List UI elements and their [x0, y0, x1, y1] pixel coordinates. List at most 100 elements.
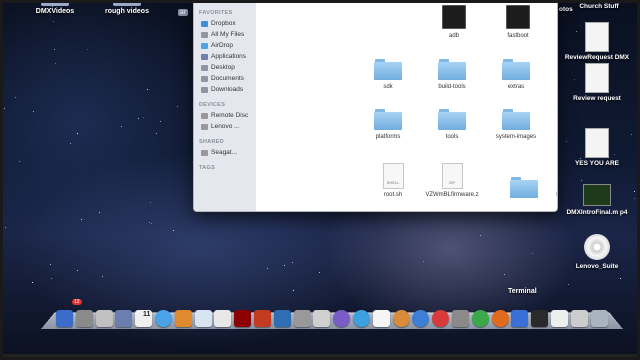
star	[15, 97, 17, 99]
dock-app-icon[interactable]	[392, 310, 410, 327]
file-item-fastboot[interactable]: fastboot	[486, 5, 550, 39]
dock-app-icon[interactable]	[471, 310, 489, 327]
desktop-item-yes-you-are[interactable]: YES YOU ARE	[564, 128, 630, 167]
dock-app-icon[interactable]	[491, 310, 509, 327]
star	[422, 260, 424, 262]
file-name: VZWmBLfirmware.z	[425, 192, 479, 198]
dock-app-icon[interactable]	[95, 310, 113, 327]
movie-file-icon	[583, 184, 611, 206]
dock-app-icon[interactable]	[273, 310, 291, 327]
dock-app-icon[interactable]	[313, 310, 331, 327]
dock-app-icon[interactable]	[174, 310, 192, 327]
file-item-untitled[interactable]	[492, 177, 556, 202]
dock-app-icon[interactable]	[194, 310, 212, 327]
file-item-system-images[interactable]: system-images	[484, 109, 548, 140]
sidebar-item-remote-disc[interactable]: Remote Disc	[194, 110, 256, 121]
file-name: build-tools	[438, 84, 466, 90]
desktop-item-label: Review request	[573, 95, 621, 102]
star	[137, 118, 139, 120]
file-name: platform-tools	[550, 84, 557, 90]
dock-app-icon[interactable]	[531, 310, 549, 327]
applications-icon	[201, 53, 208, 60]
notification-badge: 12	[72, 299, 82, 305]
sidebar-item-airdrop[interactable]: AirDrop	[194, 40, 256, 51]
desktop-icon	[201, 64, 208, 71]
star	[176, 105, 178, 107]
dock-app-icon[interactable]	[511, 310, 529, 327]
file-name: NoRedWritingHboo	[550, 192, 557, 198]
file-name: adb	[448, 33, 459, 39]
file-item-sdk[interactable]: sdk	[356, 59, 420, 90]
file-item-noredwritinghboo[interactable]: ZIPNoRedWritingHboo	[550, 163, 557, 198]
desktop-item-partial-label[interactable]: ar	[178, 9, 188, 16]
sidebar-item-label: AirDrop	[211, 42, 234, 49]
dock-app-icon[interactable]	[590, 310, 608, 327]
folder-icon	[113, 0, 141, 6]
desktop-item-review-request[interactable]: Review request	[564, 63, 630, 102]
disc-image-icon	[584, 234, 610, 260]
dock-app-icon[interactable]	[56, 310, 73, 327]
dock-app-icon[interactable]	[214, 310, 232, 327]
finder-sidebar: FAVORITES Dropbox All My Files AirDrop Appl…	[194, 1, 257, 211]
dock-app-icon[interactable]	[372, 310, 390, 327]
file-name: platforms	[375, 134, 401, 140]
file-item-extras[interactable]: extras	[484, 59, 548, 90]
file-item-root-sh[interactable]: SHELL root.sh	[361, 163, 425, 198]
star	[150, 201, 152, 203]
dock-app-icon[interactable]	[333, 310, 351, 327]
dock-app-icon[interactable]	[550, 310, 568, 327]
file-item-platform-tools[interactable]: platform-tools	[550, 59, 557, 90]
file-item-platforms[interactable]: platforms	[356, 109, 420, 140]
desktop-item-dmxintrofinal-m-p4[interactable]: DMXIntroFinal.m p4	[564, 184, 630, 216]
executable-icon	[506, 5, 530, 29]
desktop-item-dmxvideos[interactable]: DMXVideos	[28, 0, 82, 15]
star	[266, 268, 268, 270]
document-icon: ZIP	[441, 163, 463, 189]
sidebar-item-label: Desktop	[211, 64, 235, 71]
downloads-icon	[201, 86, 208, 93]
desktop-item-reviewrequest-dmx[interactable]: ReviewRequest DMX	[564, 22, 630, 61]
desktop-item-church-stuff[interactable]: Church Stuff	[566, 3, 632, 10]
dock-app-icon[interactable]	[234, 310, 252, 327]
file-item-adb[interactable]: adb	[422, 5, 486, 39]
star	[4, 107, 6, 109]
dock-app-icon[interactable]	[75, 310, 93, 327]
dock-app-icon[interactable]	[451, 310, 469, 327]
executable-icon	[442, 5, 466, 29]
dock-app-icon[interactable]	[154, 310, 172, 327]
file-item-tools[interactable]: tools	[420, 109, 484, 140]
folder-icon	[502, 59, 530, 80]
sidebar-item-all-my-files[interactable]: All My Files	[194, 29, 256, 40]
star	[284, 264, 286, 266]
dock-app-icon[interactable]	[352, 310, 370, 327]
sidebar-item-applications[interactable]: Applications	[194, 51, 256, 62]
star	[630, 133, 632, 135]
dock-app-icon[interactable]	[293, 310, 311, 327]
sidebar-item-desktop[interactable]: Desktop	[194, 62, 256, 73]
sidebar-item-dropbox[interactable]: Dropbox	[194, 18, 256, 29]
folder-icon	[41, 0, 69, 6]
network-drive-icon	[201, 149, 208, 156]
dropbox-icon	[201, 20, 208, 27]
file-name: sdk	[383, 84, 393, 90]
sidebar-item-documents[interactable]: Documents	[194, 73, 256, 84]
star	[531, 252, 533, 254]
dock-app-icon[interactable]	[570, 310, 588, 327]
file-item-build-tools[interactable]: build-tools	[420, 59, 484, 90]
desktop-item-lenovo-suite[interactable]: Lenovo_Suite	[564, 234, 630, 270]
file-item-pie-jar[interactable]: pie.jar	[550, 109, 557, 144]
sidebar-item-lenovo[interactable]: Lenovo ...	[194, 121, 256, 132]
file-item-firewater[interactable]: firewater	[550, 5, 557, 40]
star	[567, 284, 569, 286]
sidebar-item-downloads[interactable]: Downloads	[194, 84, 256, 95]
dock-app-icon[interactable]	[253, 310, 271, 327]
star	[33, 110, 35, 112]
folder-icon	[510, 177, 538, 198]
dock-app-icon[interactable]	[432, 310, 450, 327]
desktop-item-rough-videos[interactable]: rough videos	[100, 0, 154, 15]
file-item-vzwmblfirmware-z[interactable]: ZIP VZWmBLfirmware.z	[420, 163, 484, 198]
sidebar-item-seagat[interactable]: Seagat...	[194, 147, 256, 158]
dock-app-icon[interactable]	[115, 310, 133, 327]
dock-app-icon[interactable]	[412, 310, 430, 327]
sidebar-header-shared: SHARED	[199, 139, 225, 145]
